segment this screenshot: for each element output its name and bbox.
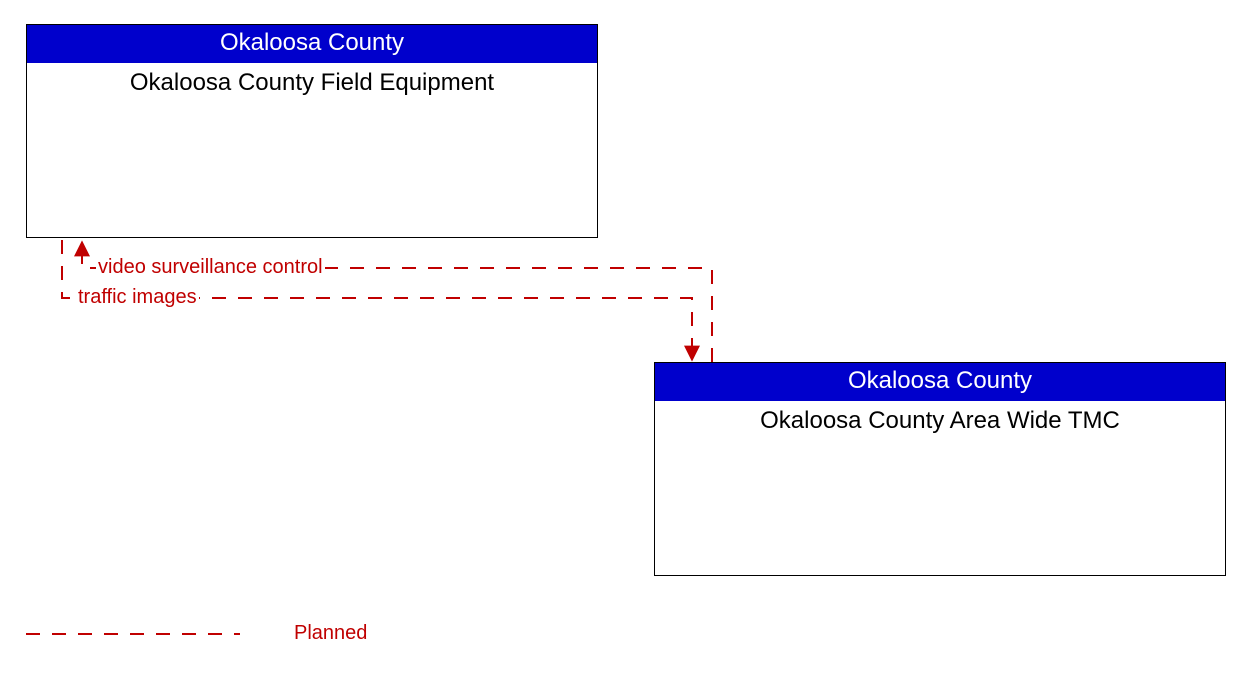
- box-area-wide-tmc-header: Okaloosa County: [655, 363, 1225, 401]
- box-area-wide-tmc-title: Okaloosa County Area Wide TMC: [655, 401, 1225, 435]
- legend-label-planned: Planned: [294, 622, 367, 645]
- flow-label-video-surveillance-control: video surveillance control: [96, 256, 325, 279]
- box-field-equipment-header: Okaloosa County: [27, 25, 597, 63]
- box-field-equipment-title: Okaloosa County Field Equipment: [27, 63, 597, 97]
- box-area-wide-tmc: Okaloosa County Okaloosa County Area Wid…: [654, 362, 1226, 576]
- box-field-equipment: Okaloosa County Okaloosa County Field Eq…: [26, 24, 598, 238]
- flow-label-traffic-images: traffic images: [76, 286, 199, 309]
